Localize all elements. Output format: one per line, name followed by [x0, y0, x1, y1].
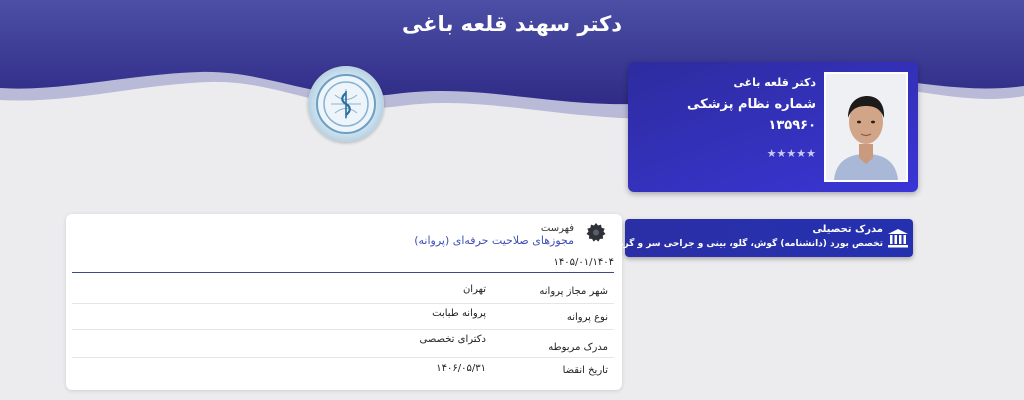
education-card: مدرک تحصیلی تخصص بورد (دانشنامه) گوش، گل… — [611, 219, 913, 257]
row-value: پروانه طبابت — [432, 308, 486, 319]
row-label: مدرک مربوطه — [548, 342, 608, 353]
doctor-photo — [824, 72, 908, 182]
page-title: دکتر سهند قلعه باغی — [401, 12, 623, 36]
row-label: شهر مجاز پروانه — [539, 286, 608, 297]
medical-number: ۱۳۵۹۶۰ — [768, 118, 816, 133]
doctor-name: دکتر قلعه باغی — [733, 76, 816, 89]
license-row-type: نوع پروانه پروانه طبابت — [72, 304, 614, 330]
institution-icon — [887, 227, 909, 249]
license-card: فهرست مجوزهای صلاحیت حرفه‌ای (پروانه) ۱۴… — [66, 214, 622, 390]
education-title: مدرک تحصیلی — [812, 224, 883, 235]
license-row-degree: مدرک مربوطه دکترای تخصصی — [72, 330, 614, 358]
row-label: تاریخ انقضا — [562, 365, 608, 376]
license-row-expiry: تاریخ انقضا ۱۴۰۶/۰۵/۳۱ — [72, 358, 614, 382]
divider — [72, 272, 614, 273]
license-row-city: شهر مجاز پروانه تهران — [72, 278, 614, 304]
row-value: تهران — [462, 284, 486, 295]
medical-number-label: شماره نظام پزشکی — [686, 97, 816, 112]
license-title[interactable]: مجوزهای صلاحیت حرفه‌ای (پروانه) — [414, 234, 574, 247]
doctor-profile-card: دکتر قلعه باغی شماره نظام پزشکی ۱۳۵۹۶۰ ★… — [628, 62, 918, 192]
row-value: ۱۴۰۶/۰۵/۳۱ — [436, 363, 486, 374]
medical-council-emblem-icon — [308, 66, 384, 142]
license-date: ۱۴۰۵/۰۱/۱۴۰۴ — [553, 257, 614, 268]
row-value: دکترای تخصصی — [419, 334, 486, 345]
education-detail: تخصص بورد (دانشنامه) گوش، گلو، بینی و جر… — [611, 239, 883, 249]
row-label: نوع پروانه — [566, 312, 608, 323]
list-caption: فهرست — [540, 223, 574, 234]
gear-badge-icon — [586, 222, 606, 242]
rating-stars: ★★★★★ — [766, 147, 816, 160]
